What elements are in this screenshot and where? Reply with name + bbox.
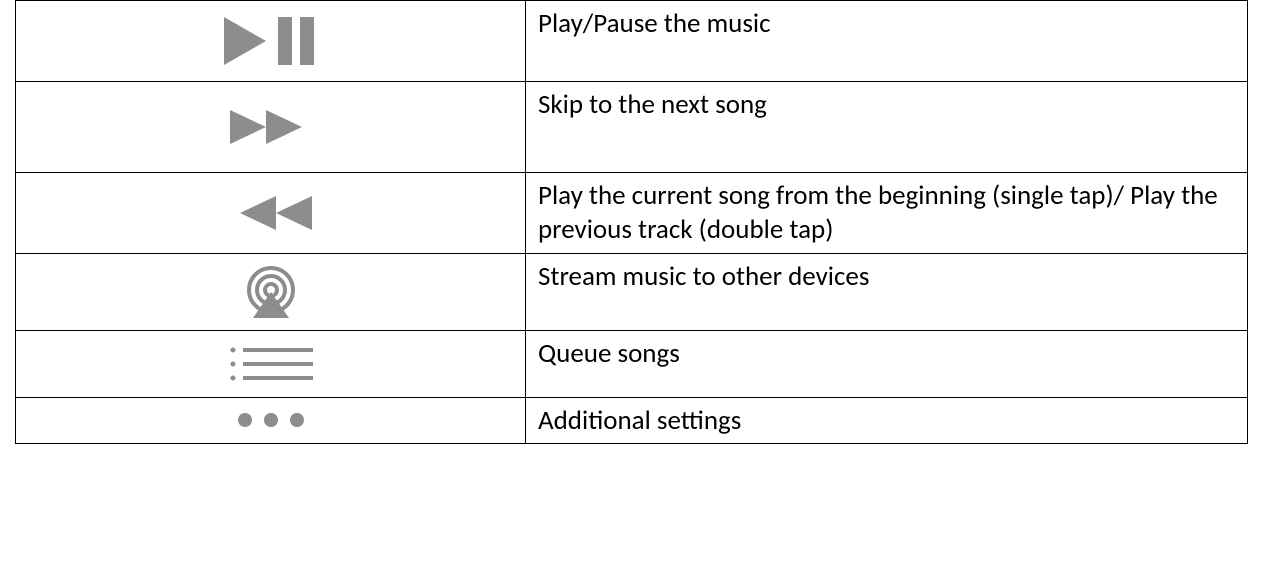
icon-description: Play the current song from the beginning… (526, 173, 1248, 254)
icon-description: Queue songs (526, 330, 1248, 397)
play-pause-icon (206, 11, 336, 71)
icon-cell (16, 397, 526, 444)
airplay-icon (241, 264, 301, 320)
icon-description: Additional settings (526, 397, 1248, 444)
table-row: Play/Pause the music (16, 1, 1248, 82)
table-row: Additional settings (16, 397, 1248, 444)
icon-cell (16, 82, 526, 173)
table-row: Skip to the next song (16, 82, 1248, 173)
icon-cell (16, 330, 526, 397)
queue-list-icon (223, 341, 319, 387)
icon-cell (16, 253, 526, 330)
icon-cell (16, 1, 526, 82)
icon-description: Play/Pause the music (526, 1, 1248, 82)
icon-description: Skip to the next song (526, 82, 1248, 173)
table-row: Queue songs (16, 330, 1248, 397)
icon-description: Stream music to other devices (526, 253, 1248, 330)
more-dots-icon (231, 408, 311, 432)
table-row: Play the current song from the beginning… (16, 173, 1248, 254)
skip-previous-icon (226, 190, 316, 236)
icon-cell (16, 173, 526, 254)
table-row: Stream music to other devices (16, 253, 1248, 330)
icon-legend-table: Play/Pause the music Skip to the next so… (15, 0, 1248, 444)
skip-next-icon (226, 104, 316, 150)
